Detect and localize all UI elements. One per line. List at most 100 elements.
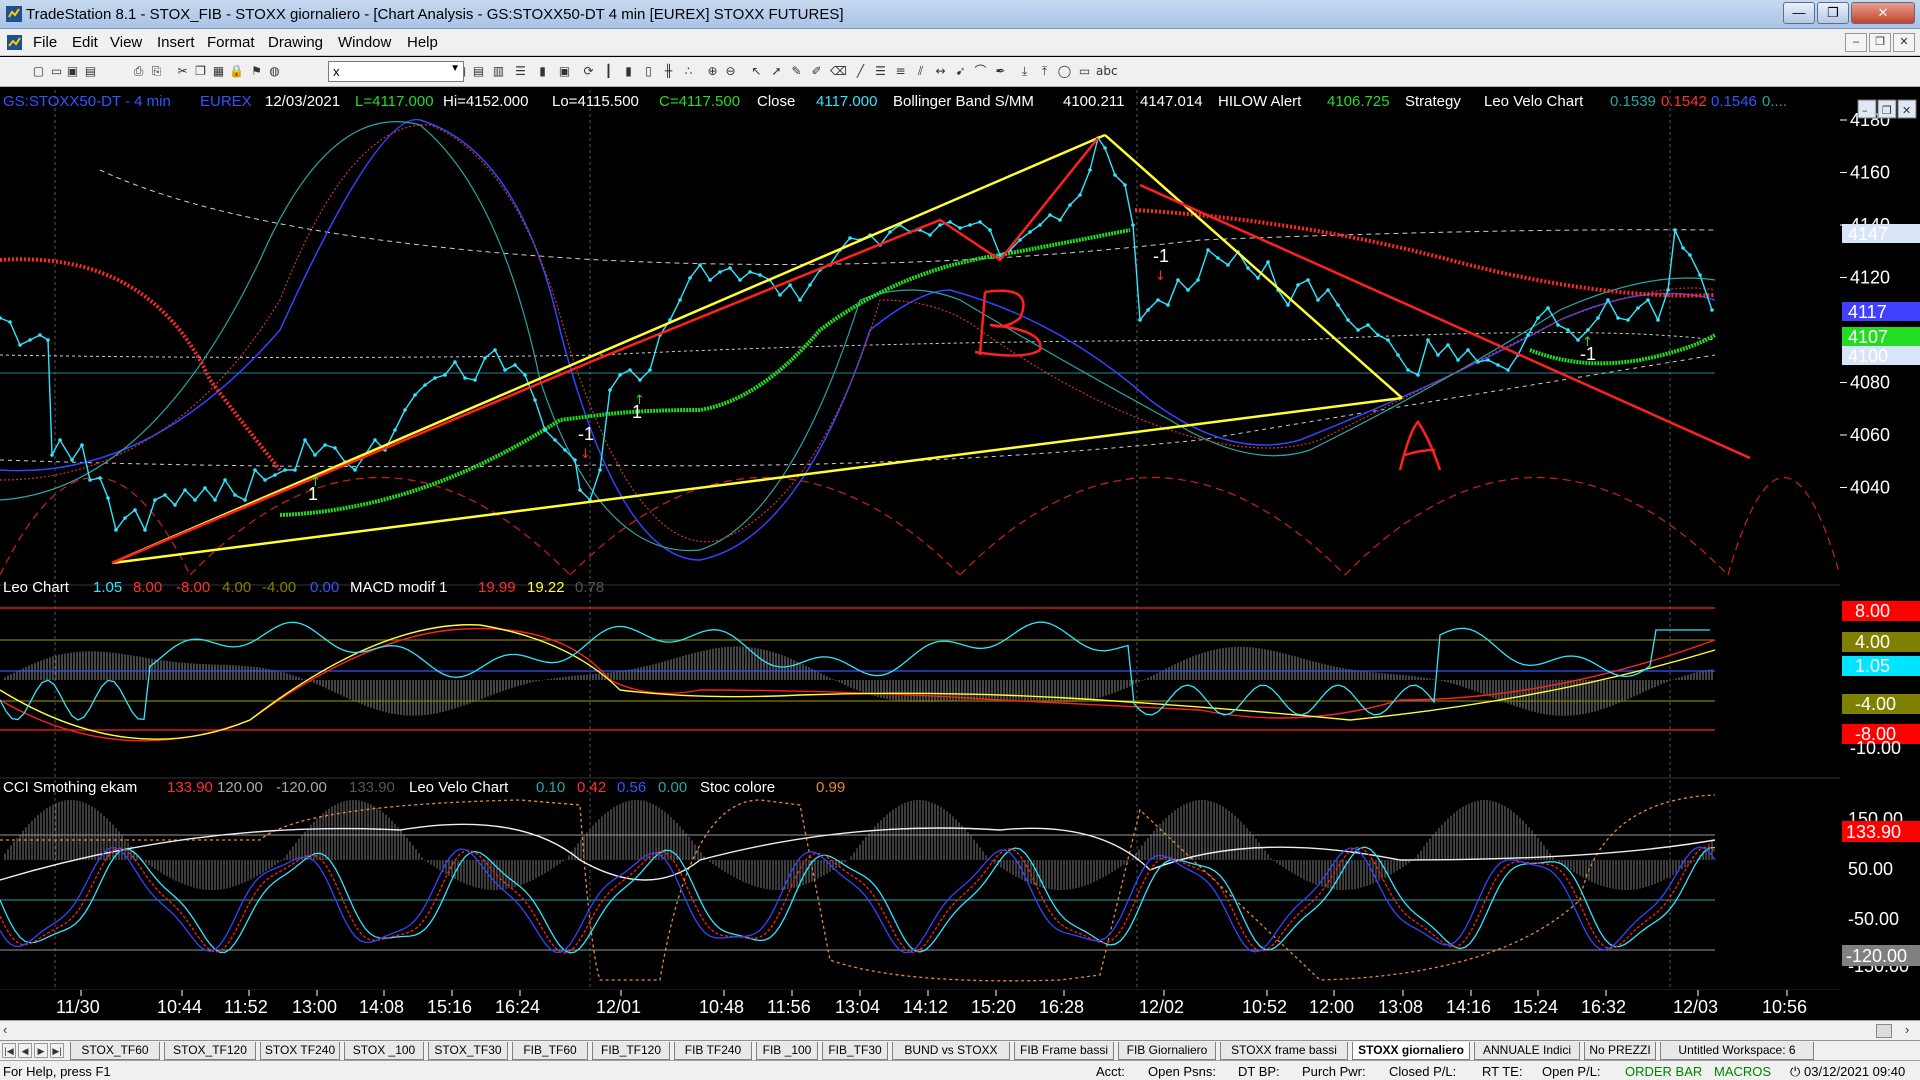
- tools-icon[interactable]: ✎: [788, 63, 805, 80]
- mdi-restore-button[interactable]: ❐: [1869, 33, 1891, 52]
- list-icon[interactable]: ☰: [512, 63, 529, 80]
- speed-icon[interactable]: ➹: [952, 63, 969, 80]
- menu-window[interactable]: Window: [338, 34, 391, 51]
- price-tick: 4080: [1850, 373, 1890, 393]
- delete-icon[interactable]: ⌫: [830, 63, 847, 80]
- menu-insert[interactable]: Insert: [157, 34, 195, 51]
- menu-edit[interactable]: Edit: [72, 34, 98, 51]
- tab-no-prezzi[interactable]: No PREZZI: [1584, 1042, 1656, 1060]
- trendline-icon[interactable]: ╱: [852, 63, 869, 80]
- print-preview-icon[interactable]: ⎘: [148, 63, 165, 80]
- minimize-button[interactable]: —: [1783, 2, 1815, 24]
- tab-fib-tf240[interactable]: FIB TF240: [674, 1042, 752, 1060]
- menu-help[interactable]: Help: [407, 34, 438, 51]
- arrow-icon[interactable]: ↔: [932, 63, 949, 80]
- tab-fib-tf60[interactable]: FIB_TF60: [512, 1042, 588, 1060]
- tab-first-icon[interactable]: |◀: [2, 1043, 16, 1058]
- tick-icon[interactable]: ╫: [660, 63, 677, 80]
- menu-view[interactable]: View: [110, 34, 142, 51]
- refresh-icon[interactable]: ⟳: [580, 63, 597, 80]
- tab-stox-tf240[interactable]: STOX TF240: [260, 1042, 340, 1060]
- status-macros[interactable]: MACROS: [1714, 1064, 1771, 1079]
- price-point: [1286, 303, 1290, 307]
- book-icon[interactable]: ▥: [490, 63, 507, 80]
- tab-fib-frame-bassi[interactable]: FIB Frame bassi: [1014, 1042, 1114, 1060]
- tab-prev-icon[interactable]: ◀: [18, 1043, 32, 1058]
- tab-fib-tf30[interactable]: FIB_TF30: [822, 1042, 888, 1060]
- mdi-minimize-button[interactable]: –: [1845, 33, 1867, 52]
- drawing-icon[interactable]: ✐: [808, 63, 825, 80]
- globe-icon[interactable]: ◍: [266, 63, 283, 80]
- text-icon[interactable]: abc: [1096, 63, 1118, 80]
- arrow-down-icon[interactable]: ⤓: [1016, 63, 1033, 80]
- tab-bund-vs-stoxx[interactable]: BUND vs STOXX: [892, 1042, 1010, 1060]
- tab-next-icon[interactable]: ▶: [34, 1043, 48, 1058]
- status-order-bar[interactable]: ORDER BAR: [1625, 1064, 1702, 1079]
- chevron-down-icon[interactable]: ▼: [450, 63, 460, 74]
- scroll-thumb[interactable]: [1876, 1024, 1892, 1038]
- table-icon[interactable]: ▤: [470, 63, 487, 80]
- tab-annuale-indici[interactable]: ANNUALE Indici: [1474, 1042, 1580, 1060]
- ellipse-icon[interactable]: ◯: [1056, 63, 1073, 80]
- document-icon[interactable]: [6, 34, 23, 51]
- candle-icon[interactable]: ▯: [640, 63, 657, 80]
- maximize-button[interactable]: ❐: [1817, 2, 1849, 24]
- open-icon[interactable]: ▭: [48, 63, 65, 80]
- tab-fib-giornaliero[interactable]: FIB Giornaliero: [1118, 1042, 1216, 1060]
- tab-stoxx-frame-bassi[interactable]: STOXX frame bassi: [1220, 1042, 1348, 1060]
- folder-icon[interactable]: ▤: [82, 63, 99, 80]
- chart-icon[interactable]: ▮: [534, 63, 551, 80]
- save-icon[interactable]: ▣: [64, 63, 81, 80]
- horizontal-line-icon[interactable]: ☰: [872, 63, 889, 80]
- scroll-right-icon[interactable]: ›: [1905, 1022, 1909, 1037]
- dots-icon[interactable]: ∴: [680, 63, 697, 80]
- symbol-input[interactable]: x ▼: [328, 61, 464, 82]
- menu-format[interactable]: Format: [207, 34, 255, 51]
- tab-fib-tf120[interactable]: FIB_TF120: [592, 1042, 670, 1060]
- zoom-out-icon[interactable]: ⊖: [722, 63, 739, 80]
- channel-icon[interactable]: ⫽: [912, 63, 929, 80]
- menu-file[interactable]: File: [33, 34, 57, 51]
- bar-icon[interactable]: ┃: [600, 63, 617, 80]
- tab-last-icon[interactable]: ▶|: [50, 1043, 64, 1058]
- rectangle-icon[interactable]: ▭: [1076, 63, 1093, 80]
- paste-icon[interactable]: ▦: [210, 63, 227, 80]
- window-icon[interactable]: ▣: [556, 63, 573, 80]
- fib-icon[interactable]: ≡: [892, 63, 909, 80]
- mdi-close-button[interactable]: ✕: [1893, 33, 1915, 52]
- bar-chart-icon[interactable]: ▮: [620, 63, 637, 80]
- svg-text:✕: ✕: [1902, 104, 1911, 117]
- price-point: [543, 428, 547, 432]
- horizontal-scrollbar[interactable]: ‹ ›: [0, 1020, 1920, 1040]
- cut-icon[interactable]: ✂: [174, 63, 191, 80]
- lock-icon[interactable]: 🔒: [228, 63, 245, 80]
- tab-stoxx-giornaliero[interactable]: STOXX giornaliero: [1352, 1042, 1470, 1060]
- menu-drawing[interactable]: Drawing: [268, 34, 323, 51]
- arrow-up-icon[interactable]: ⤒: [1036, 63, 1053, 80]
- flag-icon[interactable]: ⚑: [248, 63, 265, 80]
- pointer-icon[interactable]: ➚: [768, 63, 785, 80]
- close-button[interactable]: ✕: [1851, 2, 1915, 24]
- copy-icon[interactable]: ❐: [192, 63, 209, 80]
- tab-stox-tf30[interactable]: STOX_TF30: [428, 1042, 508, 1060]
- tab-stox-tf60[interactable]: STOX_TF60: [70, 1042, 160, 1060]
- print-icon[interactable]: ⎙: [130, 63, 147, 80]
- price-point: [413, 393, 417, 397]
- tab-fib-100[interactable]: FIB _100: [756, 1042, 818, 1060]
- cursor-icon[interactable]: ↖: [748, 63, 765, 80]
- tab-stox-tf120[interactable]: STOX_TF120: [164, 1042, 256, 1060]
- zoom-in-icon[interactable]: ⊕: [704, 63, 721, 80]
- cci-tick: -50.00: [1848, 909, 1899, 929]
- price-point: [1526, 333, 1530, 337]
- arc-icon[interactable]: ⌒: [972, 63, 989, 80]
- price-point: [1346, 318, 1350, 322]
- tab-stox-100[interactable]: STOX _100: [344, 1042, 424, 1060]
- tab-untitled-workspace-6[interactable]: Untitled Workspace: 6: [1660, 1042, 1814, 1060]
- new-icon[interactable]: ▢: [30, 63, 47, 80]
- cci-axis-tag: 133.90: [1846, 822, 1901, 842]
- pen-icon[interactable]: ✒: [992, 63, 1009, 80]
- price-point: [678, 298, 682, 302]
- chart-analysis-window[interactable]: -1↓-1↓1↑1↑-1↑GS:STOXX50-DT - 4 min EUREX 1…: [0, 88, 1920, 1020]
- scroll-left-icon[interactable]: ‹: [3, 1022, 7, 1037]
- price-point: [18, 343, 22, 347]
